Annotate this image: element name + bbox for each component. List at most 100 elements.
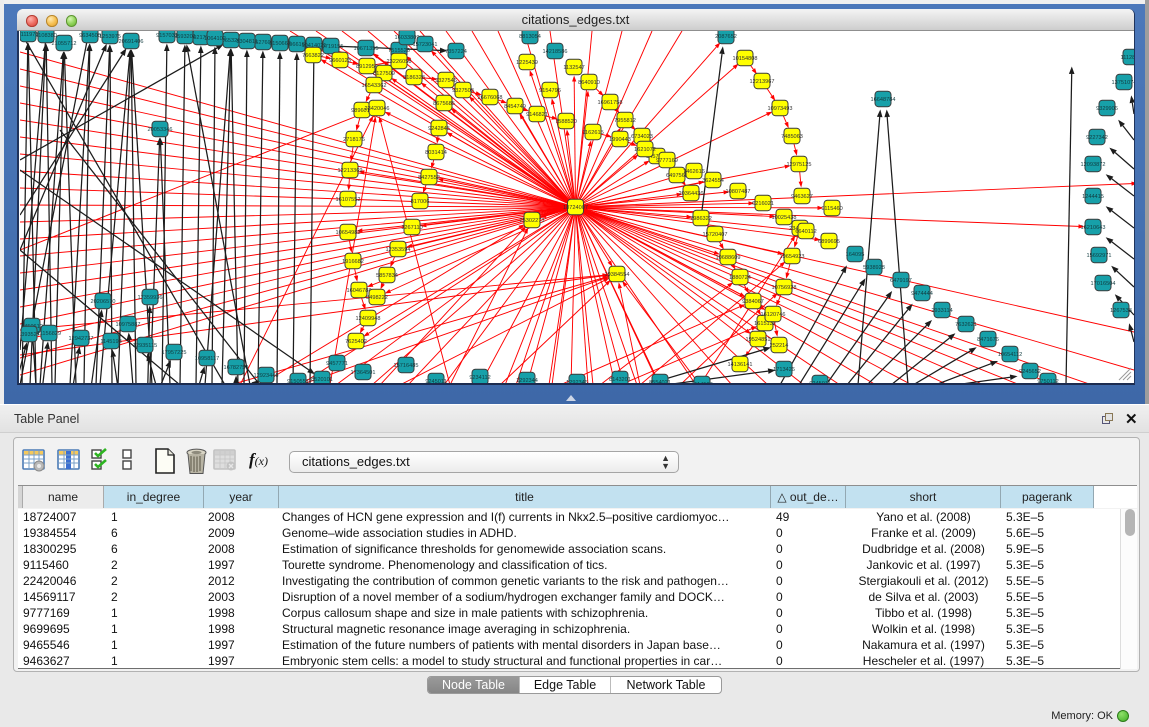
svg-text:9750112: 9750112 bbox=[1037, 379, 1058, 383]
svg-text:8427552: 8427552 bbox=[418, 175, 440, 181]
svg-text:5857834: 5857834 bbox=[376, 273, 398, 279]
svg-text:7663822: 7663822 bbox=[302, 53, 324, 59]
svg-text:10807487: 10807487 bbox=[726, 189, 751, 195]
svg-text:6899695: 6899695 bbox=[818, 239, 840, 245]
svg-text:25302273: 25302273 bbox=[520, 218, 545, 224]
svg-text:7986322: 7986322 bbox=[690, 216, 712, 222]
svg-text:16782759: 16782759 bbox=[224, 365, 249, 371]
svg-text:10975887: 10975887 bbox=[116, 322, 141, 328]
svg-text:15723041: 15723041 bbox=[413, 42, 438, 48]
svg-text:7462616: 7462616 bbox=[683, 169, 705, 175]
svg-text:1621072: 1621072 bbox=[634, 147, 656, 153]
svg-text:8912954: 8912954 bbox=[356, 64, 378, 70]
svg-text:2718176: 2718176 bbox=[343, 137, 365, 143]
svg-text:1225439: 1225439 bbox=[516, 60, 538, 66]
svg-text:10671355: 10671355 bbox=[354, 46, 379, 52]
svg-text:164095: 164095 bbox=[846, 252, 865, 258]
svg-text:12923446: 12923446 bbox=[254, 373, 279, 379]
svg-text:9150663: 9150663 bbox=[269, 41, 291, 47]
svg-text:17957225: 17957225 bbox=[162, 350, 187, 356]
svg-text:12213369: 12213369 bbox=[338, 168, 363, 174]
svg-text:9146821: 9146821 bbox=[526, 112, 548, 118]
svg-text:16648784: 16648784 bbox=[871, 97, 896, 103]
svg-text:8520101: 8520101 bbox=[311, 377, 333, 383]
svg-text:15716485: 15716485 bbox=[394, 363, 419, 369]
svg-text:1916682: 1916682 bbox=[342, 259, 364, 265]
svg-text:3267110: 3267110 bbox=[401, 225, 422, 231]
svg-text:20053346: 20053346 bbox=[148, 127, 173, 133]
svg-text:9234112: 9234112 bbox=[469, 375, 490, 381]
svg-text:6216021: 6216021 bbox=[752, 201, 774, 207]
svg-text:8127509: 8127509 bbox=[373, 71, 395, 77]
svg-text:9463627: 9463627 bbox=[791, 194, 813, 200]
svg-text:17359936: 17359936 bbox=[138, 295, 163, 301]
svg-text:9114503: 9114503 bbox=[691, 382, 712, 383]
svg-text:8471676: 8471676 bbox=[977, 337, 999, 343]
svg-text:1713426: 1713426 bbox=[773, 367, 795, 373]
svg-text:10154808: 10154808 bbox=[733, 56, 758, 62]
svg-text:1267533: 1267533 bbox=[1110, 308, 1132, 314]
svg-text:10958117: 10958117 bbox=[195, 356, 219, 362]
svg-text:16543362: 16543362 bbox=[362, 83, 387, 89]
svg-text:10973493: 10973493 bbox=[768, 106, 793, 112]
svg-text:9474444: 9474444 bbox=[911, 291, 933, 297]
svg-text:9154796: 9154796 bbox=[539, 88, 561, 94]
svg-text:9245011: 9245011 bbox=[809, 381, 830, 383]
svg-text:10654982: 10654982 bbox=[336, 230, 361, 236]
svg-text:6640112: 6640112 bbox=[795, 229, 816, 235]
svg-text:13751074: 13751074 bbox=[1112, 80, 1134, 86]
svg-text:2933114: 2933114 bbox=[931, 308, 952, 314]
svg-text:7588520: 7588520 bbox=[555, 119, 577, 125]
svg-text:9150551: 9150551 bbox=[287, 379, 309, 383]
svg-text:23420046: 23420046 bbox=[365, 106, 390, 112]
svg-text:21055712: 21055712 bbox=[52, 41, 77, 47]
svg-text:11156829: 11156829 bbox=[37, 331, 61, 337]
svg-text:1145193: 1145193 bbox=[100, 339, 121, 345]
svg-text:1112840: 1112840 bbox=[1121, 55, 1134, 61]
svg-text:252214: 252214 bbox=[770, 343, 789, 349]
svg-text:1292346: 1292346 bbox=[566, 380, 588, 383]
svg-text:17016504: 17016504 bbox=[1091, 281, 1116, 287]
svg-text:16046788: 16046788 bbox=[347, 288, 372, 294]
svg-text:9227342: 9227342 bbox=[1086, 135, 1108, 141]
svg-text:1990443: 1990443 bbox=[609, 137, 631, 143]
svg-text:1292344: 1292344 bbox=[516, 378, 538, 383]
svg-text:7485063: 7485063 bbox=[781, 134, 803, 140]
svg-text:7955812: 7955812 bbox=[614, 118, 636, 124]
svg-text:8640910: 8640910 bbox=[578, 80, 600, 86]
svg-text:16961758: 16961758 bbox=[598, 100, 623, 106]
svg-text:16107552: 16107552 bbox=[336, 197, 361, 203]
svg-text:8031414: 8031414 bbox=[425, 150, 447, 156]
svg-text:14136141: 14136141 bbox=[728, 362, 753, 368]
svg-text:10654112: 10654112 bbox=[998, 352, 1022, 358]
svg-text:16120746: 16120746 bbox=[761, 312, 786, 318]
svg-text:1244415: 1244415 bbox=[1082, 194, 1104, 200]
svg-text:12935115: 12935115 bbox=[133, 343, 157, 349]
svg-text:8813054: 8813054 bbox=[519, 34, 541, 40]
svg-text:8498222: 8498222 bbox=[366, 295, 388, 301]
svg-text:2087652: 2087652 bbox=[715, 34, 737, 40]
svg-text:9245652: 9245652 bbox=[1019, 369, 1041, 375]
svg-text:6734023: 6734023 bbox=[631, 134, 653, 140]
svg-text:8675685: 8675685 bbox=[433, 101, 455, 107]
svg-text:9457771: 9457771 bbox=[326, 361, 348, 367]
svg-text:12093872: 12093872 bbox=[1081, 162, 1106, 168]
svg-text:3624554: 3624554 bbox=[702, 178, 724, 184]
svg-text:8554021: 8554021 bbox=[649, 380, 671, 383]
svg-text:8454749: 8454749 bbox=[504, 104, 526, 110]
svg-text:1132547: 1132547 bbox=[563, 65, 584, 71]
svg-text:15720407: 15720407 bbox=[703, 232, 728, 238]
svg-text:14218586: 14218586 bbox=[543, 49, 568, 55]
svg-text:8143201: 8143201 bbox=[609, 377, 631, 383]
svg-text:12353594: 12353594 bbox=[386, 247, 411, 253]
svg-text:7632621: 7632621 bbox=[955, 322, 977, 328]
svg-text:18724007: 18724007 bbox=[563, 205, 588, 211]
svg-text:8186328: 8186328 bbox=[403, 75, 425, 81]
svg-text:6479197: 6479197 bbox=[890, 278, 912, 284]
svg-text:1064102: 1064102 bbox=[204, 36, 226, 42]
svg-text:15692971: 15692971 bbox=[1087, 253, 1112, 259]
svg-text:20206570: 20206570 bbox=[91, 299, 116, 305]
svg-text:10756928: 10756928 bbox=[772, 285, 797, 291]
svg-text:20364436: 20364436 bbox=[679, 191, 704, 197]
svg-text:5938928: 5938928 bbox=[863, 265, 885, 271]
